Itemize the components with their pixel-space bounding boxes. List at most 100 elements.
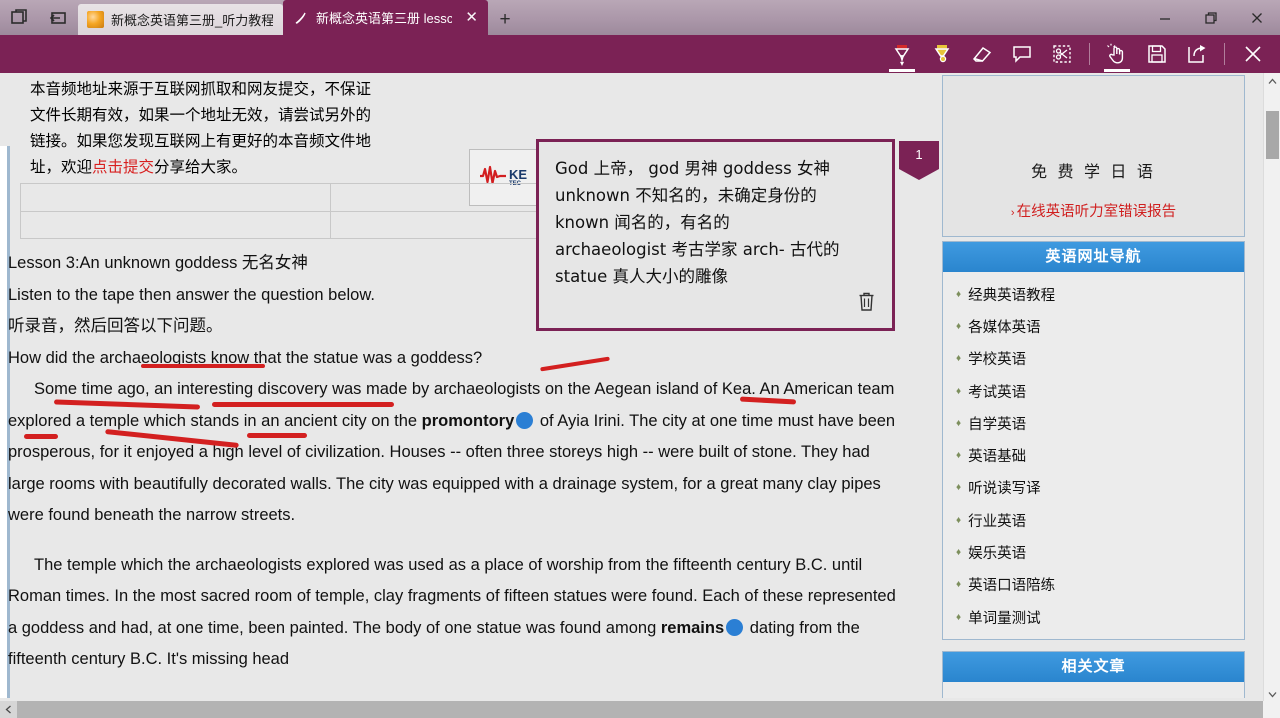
ad-box: 免 费 学 日 语 › 在线英语听力室错误报告	[942, 75, 1245, 237]
sidebar-item-2[interactable]: ♦ 学校英语	[943, 343, 1244, 375]
tab-overview-icon[interactable]	[8, 6, 32, 30]
scroll-thumb[interactable]	[1266, 111, 1279, 159]
close-toolbar-button[interactable]	[1232, 35, 1274, 73]
sidebar-item-label: 单词量测试	[968, 610, 1041, 627]
logo-name: KE	[508, 167, 528, 182]
ad-title: 免 费 学 日 语	[1031, 164, 1156, 181]
bullet-icon: ♦	[956, 320, 962, 332]
term-remains: remains	[660, 618, 725, 637]
yellow-highlighter-button[interactable]	[922, 35, 962, 73]
close-button[interactable]	[1234, 0, 1280, 35]
tab-0[interactable]: 新概念英语第三册_听力教程	[78, 4, 283, 35]
note-text: God 上帝， god 男神 goddess 女神 unknown 不知名的，未…	[555, 159, 840, 286]
error-report-link-label: 在线英语听力室错误报告	[1016, 204, 1177, 220]
toolbar-divider	[1089, 43, 1090, 65]
tab-1[interactable]: 新概念英语第三册 lessc ✕	[283, 0, 488, 35]
sidebar-item-label: 行业英语	[968, 513, 1027, 530]
lesson-paragraph-2: The temple which the archaeologists expl…	[8, 550, 908, 676]
lesson-question: How did the archaeologists know that the…	[8, 348, 483, 367]
bullet-icon: ♦	[956, 450, 962, 462]
note-pin[interactable]: 1	[899, 141, 939, 180]
sticky-note[interactable]: God 上帝， god 男神 goddess 女神 unknown 不知名的，未…	[537, 140, 894, 330]
related-panel-header: 相关文章	[943, 652, 1244, 682]
sidebar-item-label: 学校英语	[968, 352, 1027, 369]
scroll-left-button[interactable]	[0, 701, 17, 718]
titlebar-left-icons	[0, 0, 70, 35]
nav-panel: 英语网址导航 ♦ 经典英语教程 ♦ 各媒体英语 ♦ 学校英语 ♦ 考试英语 ♦ 自学英语 …	[942, 241, 1245, 641]
hand-pointer-button[interactable]	[1097, 35, 1137, 73]
table-cell	[20, 183, 331, 212]
sidebar-item-6[interactable]: ♦ 听说读写译	[943, 472, 1244, 504]
tab-title: 新概念英语第三册_听力教程	[111, 13, 273, 28]
sidebar-item-4[interactable]: ♦ 自学英语	[943, 407, 1244, 439]
nav-panel-body: ♦ 经典英语教程 ♦ 各媒体英语 ♦ 学校英语 ♦ 考试英语 ♦ 自学英语 ♦ 英语基础 ♦…	[943, 272, 1244, 640]
bullet-icon: ♦	[956, 547, 962, 559]
sidebar-item-8[interactable]: ♦ 娱乐英语	[943, 536, 1244, 568]
vertical-scrollbar[interactable]	[1263, 73, 1280, 703]
sidebar-item-7[interactable]: ♦ 行业英语	[943, 504, 1244, 536]
term-promontory: promontory	[421, 411, 515, 430]
bullet-icon: ♦	[956, 417, 962, 429]
sidebar-item-3[interactable]: ♦ 考试英语	[943, 375, 1244, 407]
sidebar-item-10[interactable]: ♦ 单词量测试	[943, 601, 1244, 633]
eraser-button[interactable]	[962, 35, 1002, 73]
bullet-icon: ♦	[956, 353, 962, 365]
bullet-icon: ♦	[956, 385, 962, 397]
table-cell	[20, 210, 331, 239]
chevron-down-icon[interactable]: ▾	[900, 60, 904, 68]
notice-line-3: 链接。如果您发现互联网上有更好的本音频文件地	[30, 132, 372, 150]
notice-line-4-pre: 址，欢迎	[30, 158, 93, 176]
lesson-paragraph-1: Some time ago, an interesting discovery …	[8, 374, 908, 532]
submit-link[interactable]: 点击提交	[92, 158, 154, 176]
pen-icon	[292, 9, 309, 26]
ie-icon	[87, 11, 104, 28]
sidebar-item-0[interactable]: ♦ 经典英语教程	[943, 278, 1244, 310]
pin-tip	[899, 169, 939, 180]
bullet-icon: ♦	[956, 482, 962, 494]
page-left-margin	[0, 146, 7, 718]
close-icon[interactable]: ✕	[459, 10, 478, 25]
notice-line-1: 本音频地址来源于互联网抓取和网友提交，不保证	[30, 80, 372, 98]
sidebar-item-label: 自学英语	[968, 416, 1027, 433]
notice-line-4: 址，欢迎点击提交分享给大家。	[30, 154, 460, 180]
sidebar-item-label: 英语口语陪练	[968, 578, 1056, 595]
nav-panel-header: 英语网址导航	[943, 242, 1244, 272]
toolbar-divider-2	[1224, 43, 1225, 65]
horizontal-scrollbar[interactable]	[0, 701, 1280, 718]
bullet-icon: ♦	[956, 579, 962, 591]
bullet-icon: ♦	[956, 288, 962, 300]
screen-clip-button[interactable]	[1042, 35, 1082, 73]
sidebar-item-label: 经典英语教程	[968, 287, 1056, 304]
sidebar-item-5[interactable]: ♦ 英语基础	[943, 439, 1244, 471]
pin-number: 1	[915, 147, 923, 162]
footnote-ref-1[interactable]: 1	[516, 411, 548, 429]
restore-button[interactable]	[1188, 0, 1234, 35]
sidebar-item-label: 听说读写译	[968, 481, 1041, 498]
save-button[interactable]	[1137, 35, 1177, 73]
footnote-ref-3[interactable]: 3	[726, 618, 758, 636]
sidebar-item-label: 考试英语	[968, 384, 1027, 401]
chevron-right-icon: ›	[1010, 207, 1015, 219]
collapse-icon[interactable]	[46, 6, 70, 30]
error-report-link[interactable]: › 在线英语听力室错误报告	[943, 200, 1244, 221]
audio-notice: 本音频地址来源于互联网抓取和网友提交，不保证 文件长期有效，如果一个地址无效，请…	[30, 76, 460, 180]
sidebar-item-9[interactable]: ♦ 英语口语陪练	[943, 569, 1244, 601]
red-highlighter-button[interactable]: ▾	[882, 35, 922, 73]
sidebar-item-label: 英语基础	[968, 449, 1027, 466]
minimize-button[interactable]	[1142, 0, 1188, 35]
annotation-toolbar: ▾	[0, 35, 1280, 73]
tab-title: 新概念英语第三册 lessc	[316, 11, 453, 26]
sidebar-item-label: 各媒体英语	[968, 319, 1041, 336]
scrollbar-corner	[1263, 701, 1280, 718]
tab-strip: 新概念英语第三册_听力教程 新概念英语第三册 lessc ✕ +	[78, 0, 522, 35]
trash-icon[interactable]	[857, 291, 876, 318]
bullet-icon: ♦	[956, 611, 962, 623]
share-button[interactable]	[1177, 35, 1217, 73]
window-controls	[1142, 0, 1280, 35]
browser-window: 新概念英语第三册_听力教程 新概念英语第三册 lessc ✕ + ▾ 本音频地址…	[0, 0, 1280, 718]
comment-button[interactable]	[1002, 35, 1042, 73]
sidebar-item-1[interactable]: ♦ 各媒体英语	[943, 310, 1244, 342]
scroll-up-button[interactable]	[1264, 73, 1280, 90]
new-tab-button[interactable]: +	[488, 4, 522, 35]
title-bar: 新概念英语第三册_听力教程 新概念英语第三册 lessc ✕ +	[0, 0, 1280, 35]
